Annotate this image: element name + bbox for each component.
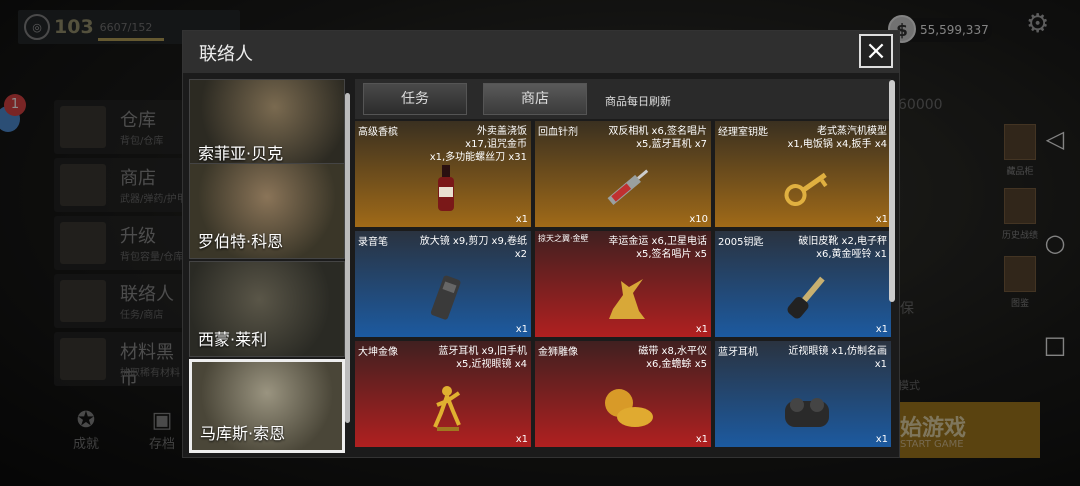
item-quantity: x1 [875,214,888,225]
shop-item-card[interactable]: 大坤金像 蓝牙耳机 x9,旧手机 x5,近视眼镜 x4 x1 [355,341,531,447]
shop-scrollbar[interactable] [889,80,895,302]
item-quantity: x1 [515,434,528,445]
item-quantity: x1 [695,324,708,335]
item-quantity: x1 [515,324,528,335]
item-requirements: 老式蒸汽机模型 x1,电饭锅 x4,扳手 x4 [787,126,887,150]
item-requirements: 双反相机 x6,签名唱片 x5,蓝牙耳机 x7 [608,126,707,150]
contact-name: 西蒙·莱利 [198,330,268,349]
contact-name: 马库斯·索恩 [200,424,286,443]
item-name: 蓝牙耳机 [718,347,758,358]
contact-card-robert[interactable]: 罗伯特·科恩 [189,163,345,259]
item-requirements: 破旧皮靴 x2,电子秤 x6,黄金哑铃 x1 [798,236,887,260]
shop-item-card[interactable]: 回血针剂 双反相机 x6,签名唱片 x5,蓝牙耳机 x7 x10 [535,121,711,227]
dragon-icon [609,279,645,319]
shop-item-card[interactable]: 录音笔 放大镜 x9,剪刀 x9,卷纸 x2 x1 [355,231,531,337]
car-key-icon [787,276,825,319]
tab-shop[interactable]: 商店 [483,83,587,115]
item-requirements: 磁带 x8,水平仪 x6,金蟾蜍 x5 [638,346,707,370]
shop-item-card[interactable]: 高级香槟 外卖盖浇饭 x17,诅咒金币 x1,多功能螺丝刀 x31 x1 [355,121,531,227]
item-requirements: 近视眼镜 x1,仿制名画 x1 [788,346,887,370]
recorder-icon [430,275,461,320]
item-requirements: 幸运金运 x6,卫星电话 x5,签名唱片 x5 [608,236,707,260]
contact-card-simon[interactable]: 西蒙·莱利 [189,261,345,357]
modal-title: 联络人 [199,44,253,65]
shop-item-card[interactable]: 经理室钥匙 老式蒸汽机模型 x1,电饭锅 x4,扳手 x4 x1 [715,121,891,227]
close-icon[interactable]: × [859,34,893,68]
champagne-icon [438,165,454,211]
shop-item-card[interactable]: 掠天之翼·金壁 幸运金运 x6,卫星电话 x5,签名唱片 x5 x1 [535,231,711,337]
item-name: 金狮雕像 [538,347,578,358]
syringe-icon [607,169,649,205]
shop-item-card[interactable]: 2005钥匙 破旧皮靴 x2,电子秤 x6,黄金哑铃 x1 x1 [715,231,891,337]
item-quantity: x10 [689,214,708,225]
contact-card-marcus[interactable]: 马库斯·索恩 [189,359,345,453]
refresh-note: 商品每日刷新 [605,95,671,108]
contact-list: 索菲亚·贝克 罗伯特·科恩 西蒙·莱利 马库斯·索恩 [189,79,345,453]
item-quantity: x1 [875,324,888,335]
contact-card-sophia[interactable]: 索菲亚·贝克 [189,79,345,171]
contact-name: 罗伯特·科恩 [198,232,284,251]
item-requirements: 蓝牙耳机 x9,旧手机 x5,近视眼镜 x4 [438,346,527,370]
item-quantity: x1 [515,214,528,225]
key-icon [784,172,828,207]
shop-item-card[interactable]: 金狮雕像 磁带 x8,水平仪 x6,金蟾蜍 x5 x1 [535,341,711,447]
item-name: 大坤金像 [358,347,398,358]
contact-name: 索菲亚·贝克 [198,144,284,163]
item-name: 录音笔 [358,237,388,248]
contact-scrollbar[interactable] [345,93,350,423]
item-name: 回血针剂 [538,127,578,138]
item-quantity: x1 [695,434,708,445]
statue-icon [433,386,461,431]
shop-item-card[interactable]: 蓝牙耳机 近视眼镜 x1,仿制名画 x1 x1 [715,341,891,447]
item-name: 掠天之翼·金壁 [538,234,589,243]
earbuds-icon [785,398,829,427]
item-name: 2005钥匙 [718,237,764,248]
item-quantity: x1 [875,434,888,445]
item-requirements: 放大镜 x9,剪刀 x9,卷纸 x2 [419,236,527,260]
contacts-modal: 联络人 × 索菲亚·贝克 罗伯特·科恩 西蒙·莱利 马库斯·索恩 任务 商店 商… [182,30,900,458]
lion-icon [605,389,653,427]
shop-grid: 高级香槟 外卖盖浇饭 x17,诅咒金币 x1,多功能螺丝刀 x31 x1 回血针… [355,121,891,455]
tab-tasks[interactable]: 任务 [363,83,467,115]
item-name: 高级香槟 [358,127,398,138]
modal-header: 联络人 × [183,31,899,73]
item-name: 经理室钥匙 [718,127,768,138]
